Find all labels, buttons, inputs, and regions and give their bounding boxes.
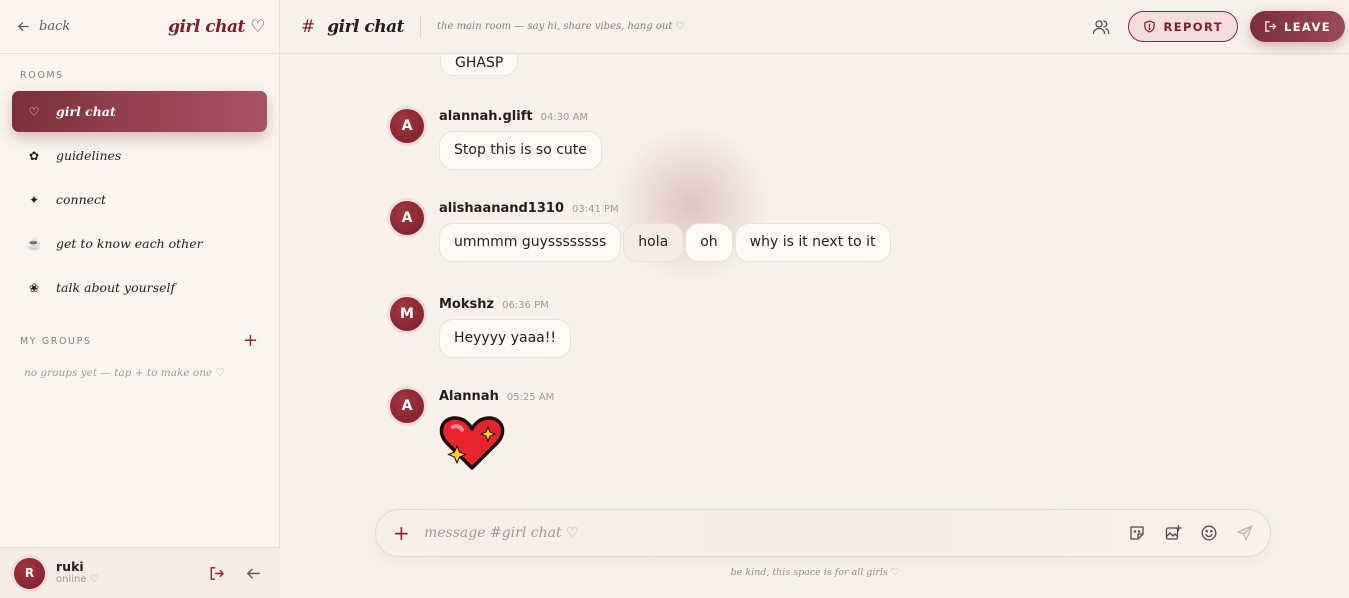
attach-button[interactable]: + [393,521,410,545]
blossom-icon: ❀ [28,280,40,295]
message-body: Alannah 05:25 AM [439,389,554,475]
user-info: ruki online ♡ [56,559,99,586]
message-time: 03:41 PM [572,204,619,215]
message-header: Alannah 05:25 AM [439,389,554,407]
user-actions [208,565,280,582]
sparkle-icon: ✦ [28,192,40,207]
members-icon[interactable] [1092,18,1110,36]
room-label: get to know each other [56,236,203,251]
rooms-section-label: ROOMS [20,70,64,81]
avatar[interactable]: R [14,557,45,589]
leave-label: LEAVE [1283,19,1331,34]
footer-note: be kind, this space is for all girls ♡ [730,567,900,578]
logout-icon[interactable] [208,565,225,582]
user-panel: R ruki online ♡ [0,547,280,598]
room-label: talk about yourself [56,280,176,295]
message-composer: + [375,509,1271,557]
sparkling-heart-icon [439,416,505,470]
header-divider [420,15,422,38]
message-body: alishaanand1310 03:41 PM ummmm guyssssss… [439,201,891,262]
channel-header: # girl chat the main room — say hi, shar… [281,0,1349,54]
collapse-sidebar-icon[interactable] [245,565,262,582]
my-groups-header: MY GROUPS + [0,332,280,350]
sidebar: back girl chat ♡ ROOMS ♡ girl chat ✿ gui… [0,0,280,598]
avatar[interactable]: A [390,389,424,423]
message-body: Mokshz 06:36 PM Heyyyy yaaa!! [439,297,571,358]
teacup-icon: ☕ [26,236,42,251]
shield-icon [1144,20,1156,33]
sidebar-header: back girl chat ♡ [0,0,279,54]
flower-icon: ✿ [28,148,40,163]
message-author[interactable]: alishaanand1310 [439,201,564,216]
message-bubble: Stop this is so cute [439,131,602,170]
heart-icon: ♡ [28,104,40,119]
message-body: alannah.glift 04:30 AM Stop this is so c… [439,109,602,170]
user-status: online ♡ [56,574,99,586]
message-time: 04:30 AM [540,112,589,123]
message-list: GHASP A alannah.glift 04:30 AM Stop this… [281,55,1349,500]
message-bubble: GHASP [440,55,519,76]
emoji-icon[interactable] [1200,524,1218,542]
report-button[interactable]: REPORT [1128,11,1238,42]
message-time: 05:25 AM [506,392,555,403]
image-icon[interactable] [1164,524,1182,542]
room-item-girl-chat[interactable]: ♡ girl chat [12,91,267,132]
message-bubble: Heyyyy yaaa!! [439,319,571,358]
add-group-button[interactable]: + [243,332,258,350]
composer-actions [1128,524,1270,542]
message-header: alishaanand1310 03:41 PM [439,201,891,219]
channel-title: girl chat [327,16,405,37]
message-input[interactable] [424,525,1128,541]
sticker-icon[interactable] [1128,524,1146,542]
message-bubble: why is it next to it [734,223,891,262]
avatar[interactable]: A [390,109,424,143]
message-author[interactable]: Mokshz [439,297,494,312]
avatar[interactable]: M [390,297,424,331]
avatar[interactable]: A [390,201,424,235]
back-link[interactable]: back [16,19,70,34]
room-label: connect [56,192,107,207]
message-header: alannah.glift 04:30 AM [439,109,602,127]
brand-title: girl chat ♡ [168,16,265,37]
exit-icon [1265,21,1277,32]
back-label: back [39,19,71,34]
arrow-left-icon [17,22,29,31]
message-bubble: ummmm guyssssssss [439,223,622,262]
message-author[interactable]: alannah.glift [439,109,533,124]
message-bubble: oh [685,223,733,262]
my-groups-label: MY GROUPS [20,335,92,347]
hash-icon: # [301,16,316,37]
message-time: 06:36 PM [502,300,549,311]
room-list: ♡ girl chat ✿ guidelines ✦ connect ☕ get… [12,91,267,311]
room-label: girl chat [56,104,116,119]
send-icon[interactable] [1236,524,1254,542]
channel-description: the main room — say hi, share vibes, han… [437,21,685,32]
user-name: ruki [56,559,84,575]
room-label: guidelines [56,148,122,163]
room-item-guidelines[interactable]: ✿ guidelines [12,135,267,176]
room-item-talk-about-yourself[interactable]: ❀ talk about yourself [12,267,267,308]
message-author[interactable]: Alannah [439,389,499,404]
header-actions: REPORT LEAVE [1092,11,1349,42]
message-header: Mokshz 06:36 PM [439,297,571,315]
report-label: REPORT [1163,19,1223,34]
message-bubbles: Stop this is so cute [439,131,602,170]
message-bubbles: Heyyyy yaaa!! [439,319,571,358]
no-groups-text: no groups yet — tap + to make one ♡ [24,367,225,379]
room-item-connect[interactable]: ✦ connect [12,179,267,220]
leave-button[interactable]: LEAVE [1249,11,1345,42]
message-bubbles: ummmm guyssssssss hola oh why is it next… [439,223,891,262]
room-item-get-to-know[interactable]: ☕ get to know each other [12,223,267,264]
message-bubble: hola [623,223,684,262]
